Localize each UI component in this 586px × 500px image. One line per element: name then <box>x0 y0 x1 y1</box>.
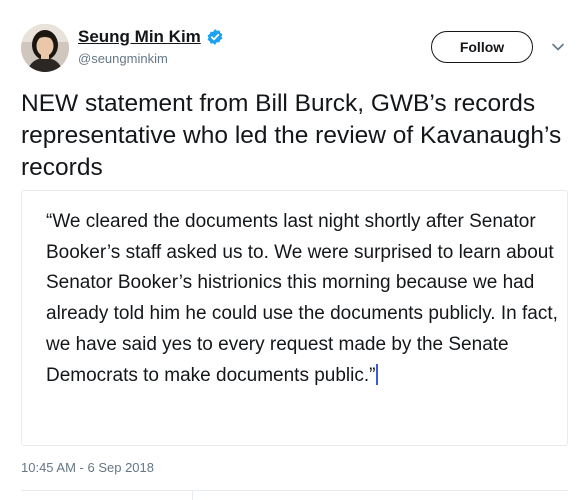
chevron-down-icon[interactable] <box>551 40 565 54</box>
statement-quote-text: “We cleared the documents last night sho… <box>46 211 558 386</box>
divider <box>21 490 568 491</box>
tweet: Seung Min Kim @seungminkim Follow NEW st… <box>0 0 586 500</box>
text-cursor <box>376 363 379 385</box>
follow-button[interactable]: Follow <box>431 31 533 63</box>
statement-quote: “We cleared the documents last night sho… <box>46 207 558 391</box>
divider-tick <box>192 490 193 500</box>
author-name[interactable]: Seung Min Kim <box>78 27 201 47</box>
tweet-timestamp[interactable]: 10:45 AM - 6 Sep 2018 <box>21 460 154 475</box>
tweet-text: NEW statement from Bill Burck, GWB’s rec… <box>21 90 562 181</box>
statement-image[interactable]: “We cleared the documents last night sho… <box>21 190 568 446</box>
avatar-photo-icon <box>21 24 69 72</box>
avatar[interactable] <box>21 24 69 72</box>
author-handle[interactable]: @seungminkim <box>78 51 168 66</box>
verified-badge-icon <box>207 29 223 45</box>
